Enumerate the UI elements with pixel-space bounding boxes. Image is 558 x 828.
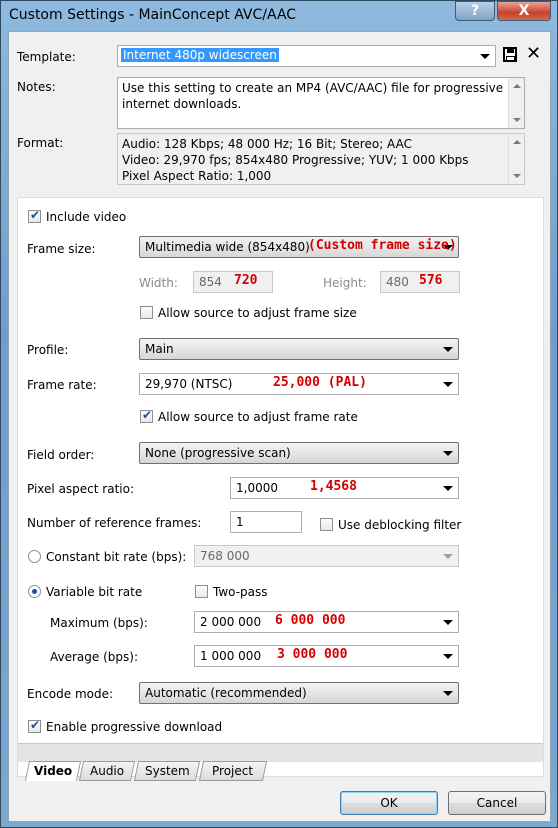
cbr-radio[interactable]	[28, 550, 41, 563]
save-icon[interactable]	[503, 47, 517, 62]
ref-frames-input[interactable]: 1	[230, 511, 302, 533]
chevron-down-icon[interactable]	[443, 691, 453, 696]
notes-text: Use this setting to create an MP4 (AVC/A…	[122, 81, 504, 111]
notes-box[interactable]: Use this setting to create an MP4 (AVC/A…	[117, 77, 525, 129]
two-pass-label: Two-pass	[213, 585, 268, 599]
dialog-client: Template: Internet 480p widescreen ✕ Not…	[8, 31, 551, 822]
height-label: Height:	[323, 276, 367, 290]
format-text: Audio: 128 Kbps; 48 000 Hz; 16 Bit; Ster…	[122, 137, 469, 183]
cancel-button[interactable]: Cancel	[448, 791, 546, 815]
scroll-up-icon[interactable]	[513, 140, 521, 144]
template-combo[interactable]: Internet 480p widescreen	[117, 45, 496, 67]
average-label: Average (bps):	[50, 650, 138, 664]
video-settings-panel: Include video Frame size: Multimedia wid…	[17, 197, 544, 777]
encode-mode-value: Automatic (recommended)	[145, 686, 307, 700]
progressive-download-label: Enable progressive download	[46, 720, 223, 734]
maximum-annotation: 6 000 000	[275, 613, 346, 628]
allow-adjust-frame-rate-label: Allow source to adjust frame rate	[158, 410, 358, 424]
include-video-label: Include video	[46, 210, 127, 224]
scroll-down-icon[interactable]	[513, 174, 521, 178]
frame-size-label: Frame size:	[27, 242, 96, 256]
format-box: Audio: 128 Kbps; 48 000 Hz; 16 Bit; Ster…	[117, 133, 525, 185]
allow-adjust-frame-size-checkbox[interactable]	[140, 306, 153, 319]
dialog-window: Custom Settings - MainConcept AVC/AAC ? …	[0, 0, 558, 828]
field-order-label: Field order:	[27, 448, 95, 462]
width-annotation: 720	[234, 273, 258, 288]
pixel-aspect-value[interactable]: 1,0000	[236, 481, 278, 495]
vbr-radio[interactable]	[28, 585, 41, 598]
tab-strip: Video Audio System Project	[17, 761, 544, 781]
window-title: Custom Settings - MainConcept AVC/AAC	[9, 7, 297, 23]
field-order-value: None (progressive scan)	[145, 446, 291, 460]
format-label: Format:	[17, 136, 64, 150]
pixel-aspect-label: Pixel aspect ratio:	[27, 482, 135, 496]
tab-project-label: Project	[212, 764, 254, 778]
cbr-value: 768 000	[200, 549, 250, 563]
tab-video[interactable]: Video	[24, 761, 82, 781]
progressive-download-checkbox[interactable]	[28, 718, 41, 733]
average-annotation: 3 000 000	[277, 647, 348, 662]
tab-video-label: Video	[33, 764, 73, 778]
allow-adjust-frame-rate-checkbox[interactable]	[140, 408, 153, 423]
maximum-label: Maximum (bps):	[50, 616, 148, 630]
chevron-down-icon[interactable]	[443, 486, 453, 491]
chevron-down-icon[interactable]	[443, 451, 453, 456]
height-annotation: 576	[419, 273, 443, 288]
frame-rate-annotation: 25,000 (PAL)	[273, 375, 367, 390]
profile-dropdown[interactable]: Main	[139, 338, 459, 360]
scroll-up-icon[interactable]	[513, 84, 521, 88]
ok-button[interactable]: OK	[340, 791, 438, 815]
include-video-checkbox[interactable]	[28, 208, 41, 223]
cbr-combo[interactable]: 768 000	[194, 545, 459, 567]
template-value[interactable]: Internet 480p widescreen	[121, 48, 279, 62]
ref-frames-label: Number of reference frames:	[27, 516, 202, 530]
encode-mode-dropdown[interactable]: Automatic (recommended)	[139, 682, 459, 704]
chevron-down-icon[interactable]	[443, 347, 453, 352]
height-value: 480	[386, 275, 409, 289]
chevron-down-icon[interactable]	[443, 554, 453, 559]
ref-frames-value: 1	[236, 515, 244, 529]
frame-size-annotation: (Custom frame size)	[308, 238, 457, 253]
tab-strip-background	[18, 743, 543, 762]
frame-rate-label: Frame rate:	[27, 378, 97, 392]
delete-icon[interactable]: ✕	[526, 44, 541, 64]
deblocking-checkbox[interactable]	[320, 518, 333, 531]
help-button[interactable]: ?	[455, 1, 495, 21]
profile-value: Main	[145, 342, 174, 356]
notes-label: Notes:	[17, 80, 56, 94]
allow-adjust-frame-size-label: Allow source to adjust frame size	[158, 306, 357, 320]
width-input[interactable]: 854	[193, 271, 273, 293]
frame-size-value: Multimedia wide (854x480)	[145, 240, 310, 254]
vbr-label: Variable bit rate	[46, 585, 143, 599]
tab-system[interactable]: System	[133, 761, 201, 781]
title-bar[interactable]: Custom Settings - MainConcept AVC/AAC ? …	[1, 1, 558, 31]
notes-scrollbar[interactable]	[508, 78, 524, 128]
average-value[interactable]: 1 000 000	[200, 649, 261, 663]
tab-system-label: System	[144, 764, 190, 778]
template-label: Template:	[17, 50, 76, 64]
tab-audio[interactable]: Audio	[78, 761, 136, 781]
frame-rate-value[interactable]: 29,970 (NTSC)	[145, 377, 232, 391]
tab-project[interactable]: Project	[198, 761, 268, 781]
chevron-down-icon[interactable]	[443, 654, 453, 659]
pixel-aspect-annotation: 1,4568	[310, 479, 357, 494]
chevron-down-icon[interactable]	[443, 382, 453, 387]
maximum-value[interactable]: 2 000 000	[200, 615, 261, 629]
chevron-down-icon[interactable]	[443, 620, 453, 625]
format-scrollbar[interactable]	[508, 134, 524, 184]
width-value: 854	[199, 275, 222, 289]
width-label: Width:	[139, 276, 178, 290]
cbr-label: Constant bit rate (bps):	[46, 550, 187, 564]
encode-mode-label: Encode mode:	[27, 687, 114, 701]
scroll-down-icon[interactable]	[513, 118, 521, 122]
profile-label: Profile:	[27, 343, 69, 357]
chevron-down-icon[interactable]	[480, 54, 490, 59]
tab-audio-label: Audio	[89, 764, 125, 778]
deblocking-label: Use deblocking filter	[338, 518, 462, 532]
two-pass-checkbox[interactable]	[195, 585, 208, 598]
close-button[interactable]: X	[497, 1, 551, 21]
field-order-dropdown[interactable]: None (progressive scan)	[139, 442, 459, 464]
